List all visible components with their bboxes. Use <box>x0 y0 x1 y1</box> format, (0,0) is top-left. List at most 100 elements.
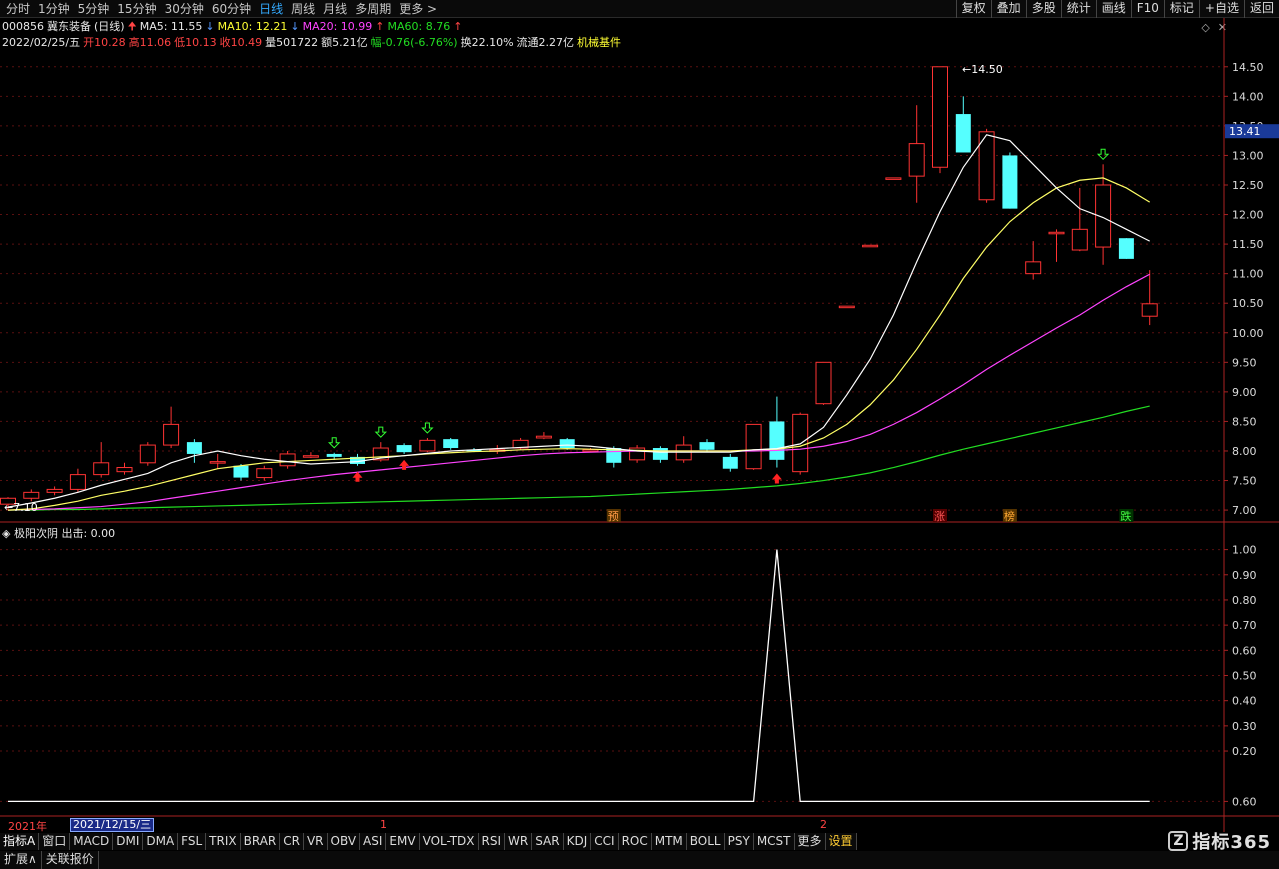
candle-body[interactable] <box>559 439 575 449</box>
candle-body[interactable] <box>279 453 296 467</box>
signal-marker-label: 预 <box>608 510 619 523</box>
indicator-tab[interactable]: MCST <box>754 833 795 850</box>
logo-text: 指标365 <box>1192 832 1271 853</box>
candle-body[interactable] <box>419 439 436 452</box>
current-price-label: 13.41 <box>1229 125 1261 138</box>
candle-body[interactable] <box>1141 303 1158 317</box>
indicator-output: 出击: 0.00 <box>61 527 116 540</box>
high-price-label: ←14.50 <box>962 63 1003 76</box>
indicator-tab[interactable]: 指标A <box>0 833 40 850</box>
candle-body[interactable] <box>443 439 459 449</box>
buy-arrow-icon <box>771 473 782 484</box>
indicator-tab[interactable]: 设置 <box>826 833 857 850</box>
candle-body[interactable] <box>908 143 925 177</box>
y-tick-label: 9.00 <box>1232 386 1257 399</box>
y-tick-label: 0.60 <box>1232 795 1257 808</box>
indicator-tab[interactable]: RSI <box>479 833 506 850</box>
sell-arrow-icon <box>327 437 341 449</box>
candle-body[interactable] <box>1118 238 1134 259</box>
indicator-tab[interactable]: TRIX <box>206 833 241 850</box>
candle-body[interactable] <box>116 467 133 473</box>
bottom-bar: 扩展∧ 关联报价 <box>0 851 1279 869</box>
indicator-name: 极阳次阴 <box>13 527 58 540</box>
indicator-tab[interactable]: WR <box>505 833 533 850</box>
indicator-tab[interactable]: DMA <box>143 833 179 850</box>
y-tick-label: 14.50 <box>1232 61 1264 74</box>
candle-body[interactable] <box>699 442 715 450</box>
indicator-tab[interactable]: OBV <box>328 833 361 850</box>
bottom-tab[interactable]: 扩展∧ <box>0 851 42 869</box>
y-tick-label: 12.00 <box>1232 209 1264 222</box>
indicator-tab[interactable]: MACD <box>70 833 114 850</box>
indicator-tab[interactable]: EMV <box>386 833 420 850</box>
candle-body[interactable] <box>745 423 762 470</box>
candle-body[interactable] <box>932 66 948 168</box>
y-tick-label: 0.70 <box>1232 619 1257 632</box>
month-label: 2 <box>820 818 827 831</box>
indicator-tab[interactable]: 窗口 <box>39 833 71 850</box>
indicator-tab[interactable]: PSY <box>725 833 754 850</box>
indicator-tab[interactable]: BRAR <box>241 833 281 850</box>
y-tick-label: 0.60 <box>1232 644 1257 657</box>
candle-body[interactable] <box>862 244 879 248</box>
candle-body[interactable] <box>1002 155 1018 209</box>
indicator-tab[interactable]: ASI <box>360 833 387 850</box>
y-tick-label: 0.90 <box>1232 569 1257 582</box>
candle-body[interactable] <box>233 465 249 478</box>
indicator-tab[interactable]: 更多 <box>795 833 826 850</box>
candle-body[interactable] <box>396 445 412 453</box>
candle-body[interactable] <box>838 305 855 309</box>
brand-logo: Z 指标365 <box>1168 828 1271 854</box>
candle-body[interactable] <box>209 461 226 464</box>
indicator-tab[interactable]: VR <box>304 833 328 850</box>
candle-body[interactable] <box>535 435 552 439</box>
candle-body[interactable] <box>955 114 971 153</box>
candle-body[interactable] <box>652 448 668 460</box>
candle-body[interactable] <box>1025 261 1042 275</box>
candle-body[interactable] <box>792 413 809 473</box>
candle-body[interactable] <box>582 449 599 452</box>
candle-body[interactable] <box>326 453 342 457</box>
chart-area[interactable]: 14.5014.0013.5013.0012.5012.0011.5011.00… <box>0 0 1279 869</box>
candle-body[interactable] <box>885 177 902 180</box>
y-tick-label: 14.00 <box>1232 90 1264 103</box>
candle-body[interactable] <box>1048 231 1065 235</box>
date-year-label: 2021年 <box>8 820 47 833</box>
indicator-tab[interactable]: VOL-TDX <box>420 833 479 850</box>
indicator-tab[interactable]: MTM <box>652 833 687 850</box>
candle-body[interactable] <box>722 456 738 469</box>
indicator-tab[interactable]: ROC <box>619 833 652 850</box>
y-tick-label: 10.00 <box>1232 327 1264 340</box>
indicator-tab[interactable]: KDJ <box>564 833 592 850</box>
candle-body[interactable] <box>1071 228 1088 251</box>
candle-body[interactable] <box>256 468 273 479</box>
indicator-tab[interactable]: SAR <box>532 833 564 850</box>
candle-body[interactable] <box>163 423 180 446</box>
indicator-title: ◈ 极阳次阴 出击: 0.00 <box>2 525 115 541</box>
y-tick-label: 7.50 <box>1232 475 1257 488</box>
indicator-tab[interactable]: CCI <box>591 833 619 850</box>
indicator-tabs: 指标A 窗口 MACD DMI DMA FSL TRIX BRAR CR VR OBV ASI EMV V… <box>0 833 857 850</box>
bottom-tab[interactable]: 关联报价 <box>42 851 99 869</box>
indicator-tab[interactable]: DMI <box>113 833 144 850</box>
indicator-tab[interactable]: CR <box>280 833 304 850</box>
candle-body[interactable] <box>186 442 202 454</box>
low-price-label: ←7.10 <box>4 501 38 514</box>
indicator-tab[interactable]: BOLL <box>687 833 725 850</box>
collapse-icon[interactable]: ◈ <box>2 527 10 540</box>
indicator-tab[interactable]: FSL <box>178 833 207 850</box>
candle-body[interactable] <box>69 474 86 490</box>
y-tick-label: 8.00 <box>1232 445 1257 458</box>
candle-body[interactable] <box>46 488 63 493</box>
candle-body[interactable] <box>815 361 832 405</box>
sell-arrow-icon <box>1096 148 1110 161</box>
y-tick-label: 11.50 <box>1232 238 1264 251</box>
y-tick-label: 0.30 <box>1232 720 1257 733</box>
logo-icon: Z <box>1168 831 1189 851</box>
candle-body[interactable] <box>769 421 785 460</box>
candle-body[interactable] <box>302 455 319 458</box>
candle-body[interactable] <box>23 491 40 499</box>
y-tick-label: 0.50 <box>1232 670 1257 683</box>
candle-body[interactable] <box>139 444 156 464</box>
candle-body[interactable] <box>93 462 110 476</box>
